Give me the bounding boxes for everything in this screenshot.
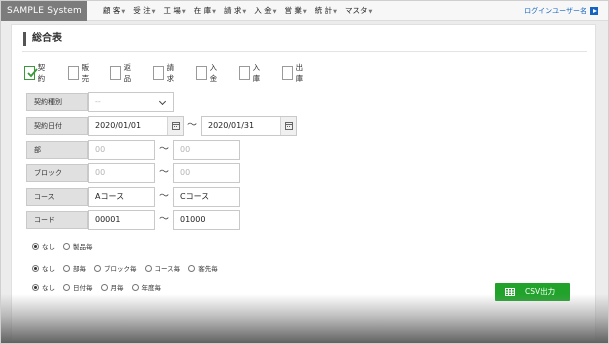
checkbox-contract[interactable]: 契約	[24, 62, 49, 84]
chevron-down-icon: ▼	[121, 9, 126, 15]
checkbox-returns[interactable]: 返品	[110, 62, 135, 84]
product-grouping-radios: なし 製品毎	[32, 240, 101, 252]
chevron-down-icon: ▼	[302, 9, 307, 15]
org-grouping-radios: なし 部毎 ブロック毎 コース毎 客先毎	[32, 262, 226, 274]
block-label: ブロック	[26, 164, 88, 182]
checkbox-receiving[interactable]: 入庫	[239, 62, 264, 84]
radio-dot	[131, 283, 139, 291]
code-to-field[interactable]: 01000	[173, 210, 240, 230]
chevron-down-icon: ▼	[272, 9, 277, 15]
radio-option[interactable]: 製品毎	[63, 241, 93, 251]
radio-option[interactable]: 部毎	[63, 263, 86, 273]
login-user-link[interactable]: ログインユーザー名	[524, 1, 598, 21]
radio-dot	[63, 264, 70, 272]
radio-option[interactable]: なし	[32, 241, 55, 251]
checkbox-box	[239, 66, 250, 80]
range-separator: 〜	[159, 144, 169, 155]
radio-option[interactable]: なし	[32, 282, 55, 292]
menu-orders[interactable]: 受 注▼	[133, 1, 155, 21]
chevron-down-icon: ▼	[151, 9, 156, 15]
range-separator: 〜	[187, 120, 197, 131]
radio-option[interactable]: 年度毎	[131, 282, 161, 292]
brand-logo: SAMPLE System	[1, 1, 87, 21]
radio-dot	[63, 283, 70, 291]
title-accent-bar	[23, 32, 26, 46]
checkbox-sales[interactable]: 販売	[68, 62, 93, 84]
radio-dot	[32, 283, 39, 291]
code-label: コード	[26, 211, 88, 229]
menu-sales[interactable]: 営 業▼	[285, 1, 307, 21]
checkbox-box	[110, 66, 121, 80]
table-icon	[505, 288, 515, 296]
main-menu: 顧 客▼ 受 注▼ 工 場▼ 在 庫▼ 請 求▼ 入 金▼ 営 業▼ 統 計▼ …	[103, 1, 380, 21]
radio-dot	[188, 264, 196, 272]
radio-option[interactable]: 日付毎	[63, 282, 93, 292]
range-separator: 〜	[159, 214, 169, 225]
radio-option[interactable]: 月毎	[100, 282, 124, 292]
menu-customer[interactable]: 顧 客▼	[103, 1, 125, 21]
chevron-down-icon: ▼	[333, 9, 337, 15]
logout-icon	[590, 7, 598, 15]
checkbox-box	[68, 66, 79, 80]
range-separator: 〜	[159, 191, 169, 202]
radio-option[interactable]: 客先毎	[188, 263, 218, 273]
menu-payment[interactable]: 入 金▼	[254, 1, 276, 21]
course-to-field[interactable]: Cコース	[173, 187, 240, 207]
range-separator: 〜	[159, 167, 169, 178]
radio-dot	[94, 264, 101, 272]
contract-date-label: 契約日付	[26, 117, 88, 135]
course-from-field[interactable]: Aコース	[88, 187, 155, 207]
radio-dot	[100, 283, 108, 291]
code-from-field[interactable]: 00001	[88, 210, 155, 230]
radio-dot	[63, 242, 70, 250]
calendar-icon[interactable]	[280, 117, 296, 135]
chevron-down-icon: ▼	[242, 9, 247, 15]
radio-option[interactable]: なし	[32, 263, 55, 273]
chevron-down-icon: ▼	[212, 9, 216, 15]
checkmark-icon	[27, 68, 38, 78]
top-nav: SAMPLE System 顧 客▼ 受 注▼ 工 場▼ 在 庫▼ 請 求▼ 入…	[1, 1, 608, 21]
radio-option[interactable]: コース毎	[144, 263, 180, 273]
radio-dot	[32, 264, 39, 272]
radio-option[interactable]: ブロック毎	[94, 263, 137, 273]
divider	[22, 51, 587, 52]
contract-type-label: 契約種別	[26, 93, 88, 111]
department-from-field[interactable]: 00	[88, 140, 155, 160]
date-grouping-radios: なし 日付毎 月毎 年度毎	[32, 281, 169, 293]
date-to-field[interactable]: 2020/01/31	[201, 116, 297, 136]
checkbox-payment[interactable]: 入金	[196, 62, 221, 84]
block-from-field[interactable]: 00	[88, 163, 155, 183]
calendar-icon[interactable]	[167, 117, 183, 135]
menu-inventory[interactable]: 在 庫▼	[194, 1, 216, 21]
checkbox-box	[196, 66, 207, 80]
checkbox-box	[282, 66, 293, 80]
checkbox-box	[153, 66, 164, 80]
checkbox-box	[24, 66, 38, 80]
csv-export-button[interactable]: CSV出力	[495, 283, 570, 301]
radio-dot	[32, 242, 39, 250]
contract-type-select[interactable]: --	[88, 92, 174, 112]
menu-factory[interactable]: 工 場▼	[164, 1, 186, 21]
chevron-down-icon: ▼	[181, 9, 186, 15]
chevron-down-icon	[158, 97, 167, 106]
main-panel: 総合表 契約 販売 返品 請求 入金 入庫 出庫 契約種別 -- 契約日付 20…	[11, 24, 596, 342]
date-from-field[interactable]: 2020/01/01	[88, 116, 184, 136]
menu-statistics[interactable]: 統 計▼	[315, 1, 337, 21]
chevron-down-icon: ▼	[368, 9, 373, 15]
page-title: 総合表	[32, 33, 62, 44]
checkbox-shipping[interactable]: 出庫	[282, 62, 307, 84]
checkbox-invoice[interactable]: 請求	[153, 62, 178, 84]
block-to-field[interactable]: 00	[173, 163, 240, 183]
menu-billing[interactable]: 請 求▼	[224, 1, 246, 21]
department-to-field[interactable]: 00	[173, 140, 240, 160]
radio-dot	[144, 264, 152, 272]
department-label: 部	[26, 141, 88, 159]
menu-master[interactable]: マスタ▼	[345, 1, 372, 21]
course-label: コース	[26, 188, 88, 206]
